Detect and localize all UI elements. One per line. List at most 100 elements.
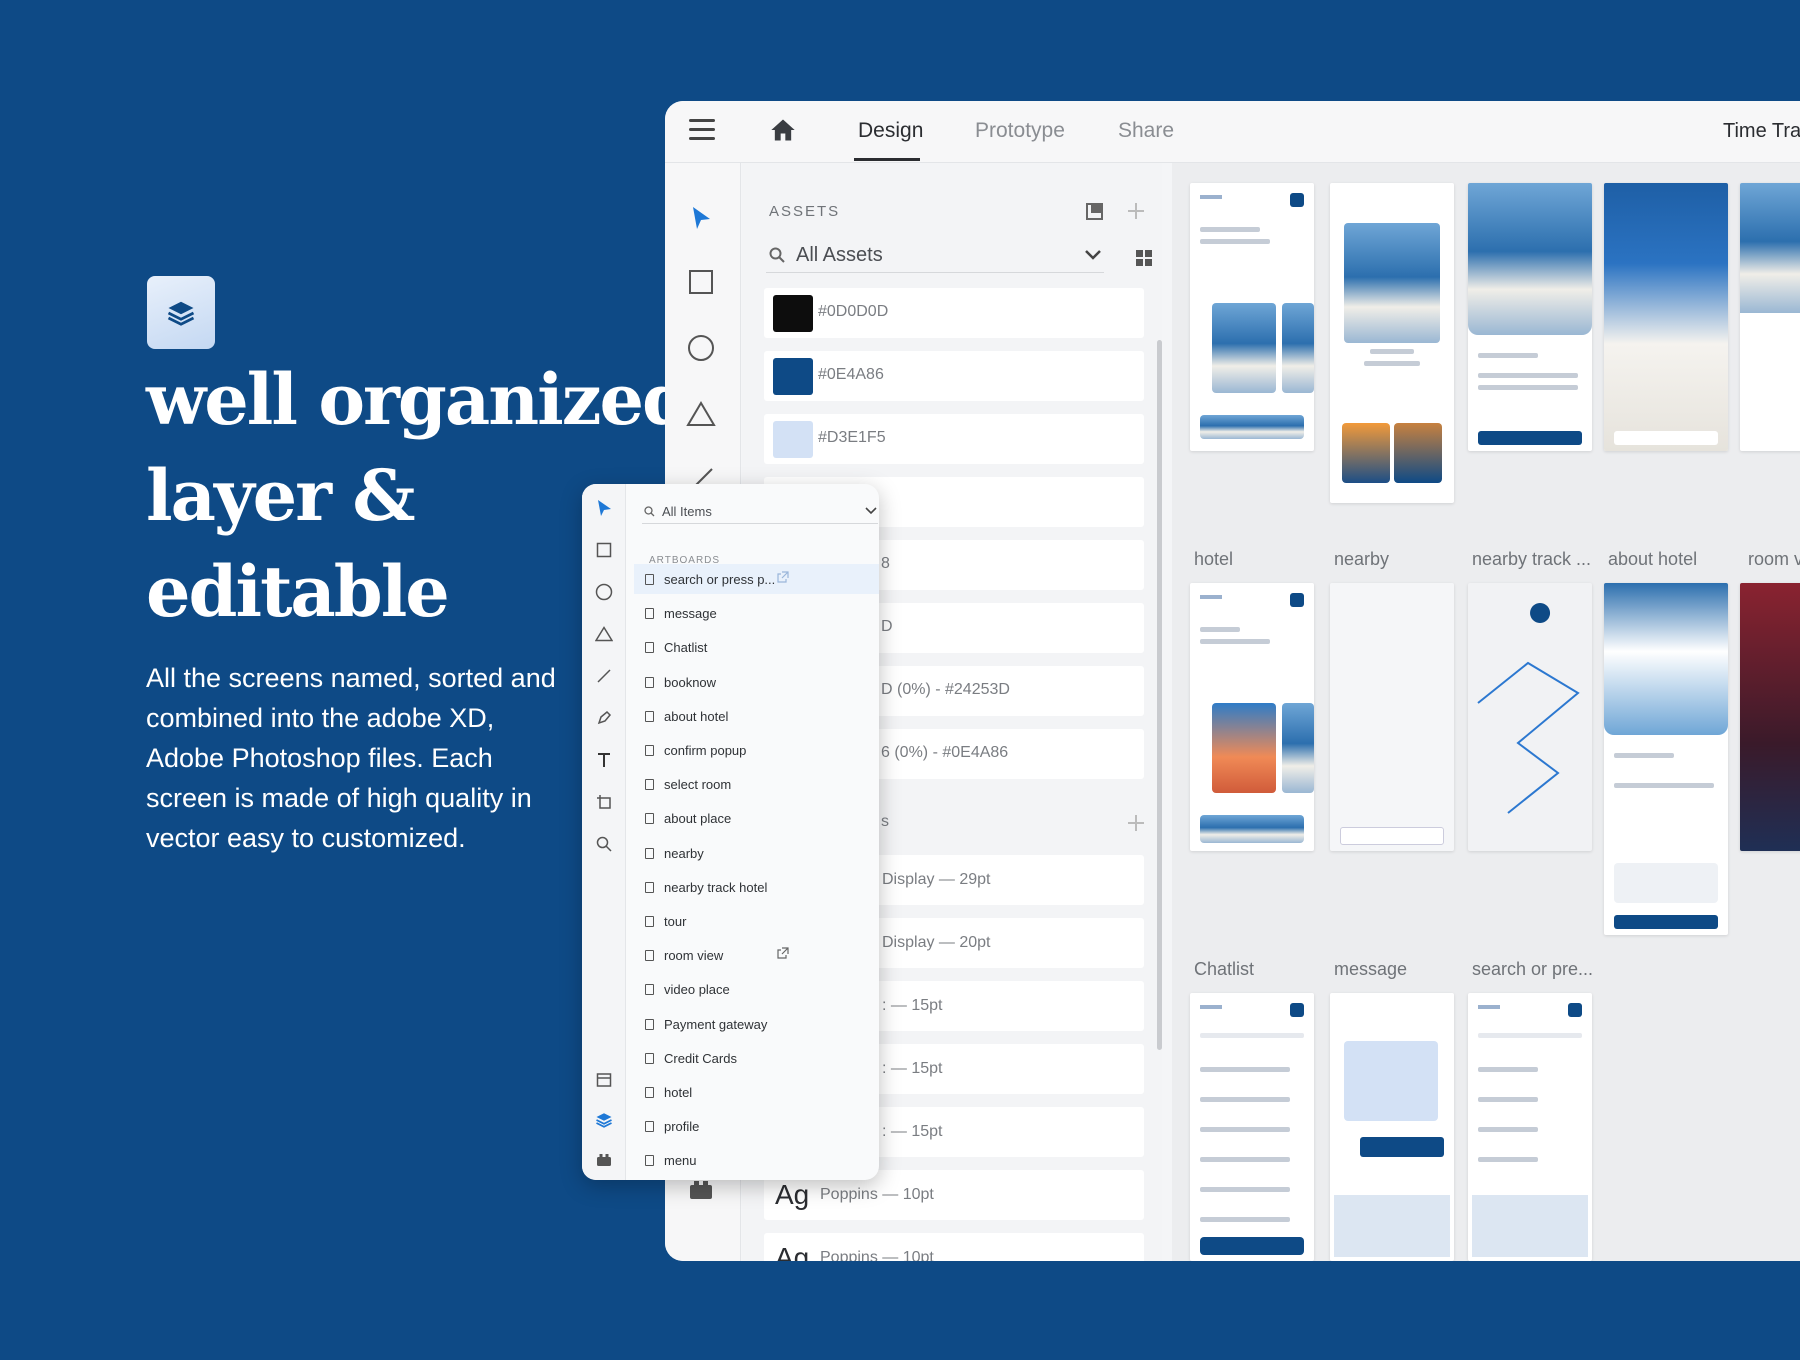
layer-item[interactable]: about hotel — [634, 701, 879, 731]
layer-item-label: about hotel — [664, 708, 729, 724]
grid-view-icon[interactable] — [1135, 249, 1153, 267]
artboard-nearby[interactable] — [1330, 583, 1454, 851]
select-tool-icon[interactable] — [594, 498, 614, 518]
zoom-tool-icon[interactable] — [594, 834, 614, 854]
layer-item[interactable]: booknow — [634, 667, 879, 697]
layer-item[interactable]: tour — [634, 906, 879, 936]
layer-item-label: video place — [664, 982, 730, 998]
layer-item[interactable]: nearby — [634, 838, 879, 868]
rectangle-tool-icon[interactable] — [594, 540, 614, 560]
line-tool-icon[interactable] — [594, 666, 614, 686]
select-tool-icon[interactable] — [686, 203, 716, 233]
artboard-about-hotel[interactable] — [1604, 583, 1728, 935]
artboard-page-icon — [645, 779, 654, 791]
home-icon[interactable] — [769, 116, 797, 144]
char-style-preview: Ag — [775, 1242, 810, 1261]
layer-item[interactable]: select room — [634, 769, 879, 799]
pen-tool-icon[interactable] — [594, 708, 614, 728]
layer-item[interactable]: room view — [634, 940, 879, 970]
artboard-page-icon — [645, 881, 654, 893]
layer-item[interactable]: confirm popup — [634, 735, 879, 765]
text-tool-icon[interactable] — [594, 750, 614, 770]
layer-item[interactable]: video place — [634, 974, 879, 1004]
artboard-hotel[interactable] — [1190, 583, 1314, 851]
artboard-page-icon — [645, 1155, 654, 1167]
char-style-row[interactable]: Ag Poppins — 10pt — [764, 1233, 1144, 1261]
chevron-down-icon[interactable] — [1084, 249, 1102, 261]
layer-item[interactable]: Chatlist — [634, 632, 879, 662]
artboard-tool-icon[interactable] — [594, 792, 614, 812]
artboard[interactable] — [1190, 183, 1314, 451]
char-style-label: Poppins — 10pt — [820, 1186, 934, 1203]
polygon-tool-icon[interactable] — [594, 624, 614, 644]
color-label: #D3E1F5 — [818, 429, 886, 446]
artboard-page-icon — [645, 608, 654, 620]
library-icon[interactable] — [1085, 201, 1105, 221]
artboard-chatlist[interactable] — [1190, 993, 1314, 1261]
layers-filter-label: All Items — [662, 504, 712, 519]
layer-item-label: nearby track hotel — [664, 879, 768, 895]
artboard-message[interactable] — [1330, 993, 1454, 1261]
color-swatch-row[interactable]: #0D0D0D — [764, 288, 1144, 338]
layer-item[interactable]: hotel — [634, 1077, 879, 1107]
artboard-page-icon — [645, 745, 654, 756]
char-style-label: Display — 29pt — [882, 871, 991, 888]
top-bar: Design Prototype Share Time Trav — [665, 101, 1800, 163]
artboard-search[interactable] — [1468, 993, 1592, 1261]
artboard-nearby-track[interactable] — [1468, 583, 1592, 851]
artboard[interactable] — [1740, 183, 1800, 451]
layer-item-label: search or press p... — [664, 572, 776, 587]
gradient-label: D (0%) - #24253D — [881, 681, 1010, 698]
ellipse-tool-icon[interactable] — [594, 582, 614, 602]
assets-scrollbar[interactable] — [1157, 340, 1162, 1050]
layer-item[interactable]: Payment gateway — [634, 1009, 879, 1039]
artboard-label: search or pre... — [1472, 959, 1594, 979]
layers-panel: All Items ARTBOARDS search or press p...… — [582, 484, 879, 1180]
open-artboard-icon[interactable] — [777, 947, 789, 959]
artboard-page-icon — [645, 847, 654, 859]
hamburger-menu-icon[interactable] — [689, 119, 715, 141]
char-style-label: : — 15pt — [882, 997, 943, 1014]
layers-filter[interactable]: All Items — [642, 498, 878, 524]
plugins-icon[interactable] — [594, 1150, 614, 1170]
design-canvas[interactable]: hotel nearby nearby track ... about hote… — [1172, 163, 1800, 1261]
add-asset-icon[interactable] — [1126, 201, 1146, 221]
artboard-page-icon — [645, 950, 654, 962]
tab-prototype[interactable]: Prototype — [975, 119, 1065, 143]
char-style-label: : — 15pt — [882, 1123, 943, 1140]
ellipse-tool-icon[interactable] — [686, 333, 716, 363]
color-label: D — [881, 618, 893, 635]
layer-item[interactable]: profile — [634, 1111, 879, 1141]
artboard[interactable] — [1330, 183, 1454, 503]
artboard[interactable] — [1468, 183, 1592, 451]
polygon-tool-icon[interactable] — [686, 399, 716, 429]
tab-design[interactable]: Design — [858, 119, 923, 143]
color-swatch — [773, 358, 813, 395]
assets-filter[interactable]: All Assets — [766, 237, 1104, 273]
layer-item[interactable]: message — [634, 598, 879, 628]
layers-logo-badge — [147, 276, 215, 349]
assets-title: ASSETS — [769, 203, 841, 220]
promo-description: All the screens named, sorted and combin… — [146, 663, 556, 853]
layer-item-label: select room — [664, 777, 732, 793]
color-swatch-row[interactable]: #D3E1F5 — [764, 414, 1144, 464]
layer-item[interactable]: search or press p... — [634, 564, 879, 594]
tab-share[interactable]: Share — [1118, 119, 1174, 143]
chevron-down-icon[interactable] — [865, 507, 877, 515]
artboard[interactable] — [1604, 183, 1728, 451]
layer-item[interactable]: nearby track hotel — [634, 872, 879, 902]
artboard-page-icon — [645, 984, 654, 996]
rectangle-tool-icon[interactable] — [686, 267, 716, 297]
layer-item[interactable]: menu — [634, 1145, 879, 1175]
layers-icon[interactable] — [594, 1110, 614, 1130]
artboard-room-view[interactable] — [1740, 583, 1800, 851]
char-style-preview: Ag — [775, 1179, 810, 1210]
layer-item[interactable]: Credit Cards — [634, 1043, 879, 1073]
layer-item[interactable]: about place — [634, 803, 879, 833]
document-title: Time Trav — [1723, 120, 1800, 142]
color-swatch-row[interactable]: #0E4A86 — [764, 351, 1144, 401]
assets-icon[interactable] — [594, 1070, 614, 1090]
layer-item-label: menu — [664, 1153, 697, 1169]
open-artboard-icon[interactable] — [777, 571, 789, 583]
add-char-style-icon[interactable] — [1126, 813, 1146, 833]
